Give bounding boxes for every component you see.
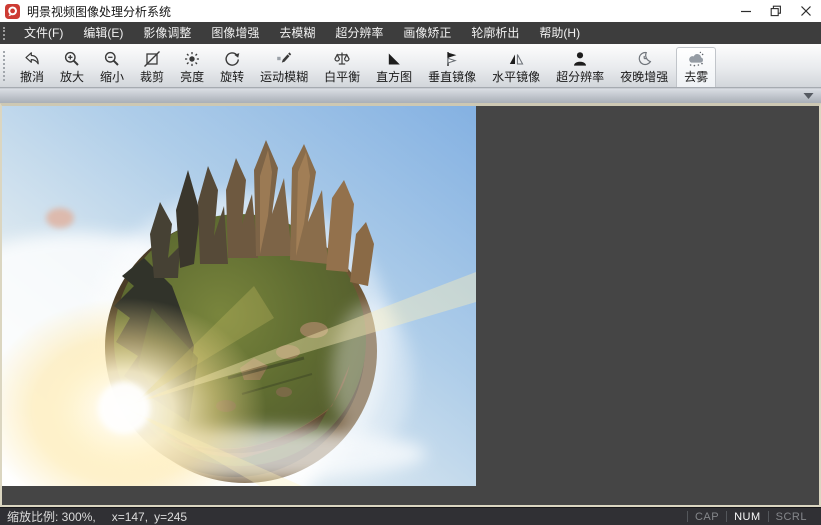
close-button[interactable] (791, 0, 821, 22)
image-canvas[interactable] (0, 103, 821, 507)
chevron-down-icon (803, 92, 814, 100)
toolbar-button-white-balance[interactable]: 白平衡 (316, 47, 368, 86)
menu-help[interactable]: 帮助(H) (529, 22, 590, 44)
scroll-lock-indicator: SCRL (769, 511, 814, 523)
menu-bar: 文件(F) 编辑(E) 影像调整 图像增强 去模糊 超分辨率 画像矫正 轮廓析出… (0, 22, 821, 44)
cap-lock-indicator: CAP (688, 511, 726, 523)
toolbar-button-crop[interactable]: 裁剪 (132, 47, 172, 86)
menu-contour-extraction[interactable]: 轮廓析出 (461, 22, 529, 44)
cursor-y-text: y=245 (154, 510, 187, 524)
close-icon (800, 5, 812, 17)
app-window: 明景视频图像处理分析系统 文件(F) (0, 0, 821, 525)
rotate-icon (223, 49, 241, 69)
super-resolution-icon (571, 49, 589, 69)
tiny-planet-image (2, 106, 476, 486)
app-icon (5, 4, 20, 19)
brightness-icon (183, 49, 201, 69)
histogram-icon (385, 49, 403, 69)
restore-button[interactable] (761, 0, 791, 22)
crop-icon (143, 49, 161, 69)
toolbar-button-brightness[interactable]: 亮度 (172, 47, 212, 86)
toolbar-grip (3, 51, 10, 81)
restore-icon (770, 5, 782, 17)
toolbar-overflow-strip (0, 88, 821, 103)
status-bar: 缩放比例: 300%, x=147, y=245 CAP NUM SCRL (0, 507, 821, 525)
toolbar-button-dehaze[interactable]: 去雾 (676, 47, 716, 87)
night-enhance-icon (635, 49, 653, 69)
zoom-ratio-text: 缩放比例: 300%, (7, 508, 96, 525)
menu-edit[interactable]: 编辑(E) (73, 22, 133, 44)
menu-file[interactable]: 文件(F) (14, 22, 73, 44)
window-title: 明景视频图像处理分析系统 (27, 3, 171, 20)
menu-image-correction[interactable]: 画像矫正 (393, 22, 461, 44)
zoom-out-icon (103, 49, 121, 69)
menubar-grip (3, 27, 9, 40)
menu-image-enhance[interactable]: 图像增强 (201, 22, 269, 44)
minimize-button[interactable] (731, 0, 761, 22)
toolbar-overflow-button[interactable] (803, 92, 814, 100)
dehaze-icon (687, 49, 705, 69)
toolbar-button-vertical-mirror[interactable]: 垂直镜像 (420, 47, 484, 86)
zoom-in-icon (63, 49, 81, 69)
num-lock-indicator: NUM (727, 511, 768, 523)
toolbar: 撤消 放大 缩小 (0, 44, 821, 88)
toolbar-button-night-enhance[interactable]: 夜晚增强 (612, 47, 676, 86)
menu-deblur[interactable]: 去模糊 (269, 22, 325, 44)
toolbar-button-undo[interactable]: 撤消 (12, 47, 52, 86)
toolbar-button-rotate[interactable]: 旋转 (212, 47, 252, 86)
undo-icon (23, 49, 41, 69)
vertical-mirror-icon (443, 49, 461, 69)
toolbar-button-zoom-out[interactable]: 缩小 (92, 47, 132, 86)
title-bar: 明景视频图像处理分析系统 (0, 0, 821, 22)
cursor-x-text: x=147, (112, 510, 148, 524)
toolbar-button-horizontal-mirror[interactable]: 水平镜像 (484, 47, 548, 86)
motion-blur-icon (275, 49, 293, 69)
horizontal-mirror-icon (507, 49, 525, 69)
white-balance-icon (333, 49, 351, 69)
toolbar-button-zoom-in[interactable]: 放大 (52, 47, 92, 86)
minimize-icon (740, 5, 752, 17)
menu-image-adjust[interactable]: 影像调整 (133, 22, 201, 44)
toolbar-button-motion-blur[interactable]: 运动模糊 (252, 47, 316, 86)
menu-super-resolution[interactable]: 超分辨率 (325, 22, 393, 44)
toolbar-button-super-resolution[interactable]: 超分辨率 (548, 47, 612, 86)
window-controls (731, 0, 821, 22)
toolbar-button-histogram[interactable]: 直方图 (368, 47, 420, 86)
